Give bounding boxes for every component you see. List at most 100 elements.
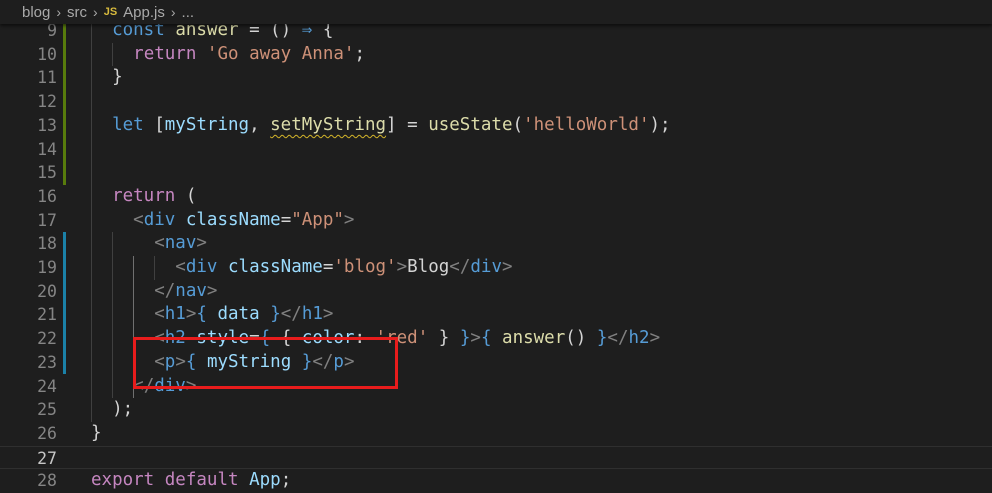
code-token: }	[596, 328, 608, 349]
code-line[interactable]: 17 <div className="App">	[0, 209, 992, 233]
line-number: 26	[37, 423, 57, 443]
chevron-right-icon: ›	[93, 4, 98, 20]
code-text: return 'Go away Anna';	[91, 43, 365, 67]
code-line[interactable]: 21 <h1>{ data }</h1>	[0, 303, 992, 327]
code-line[interactable]: 14	[0, 138, 992, 162]
code-token: <	[133, 209, 144, 230]
code-token: [	[143, 114, 165, 135]
code-text: }	[91, 66, 123, 90]
code-token: (	[512, 114, 524, 135]
code-token: <	[154, 233, 165, 254]
code-line[interactable]: 20 </nav>	[0, 280, 992, 304]
code-text: </nav>	[91, 280, 217, 304]
code-line[interactable]: 10 return 'Go away Anna';	[0, 43, 992, 67]
code-token: App	[249, 470, 281, 491]
code-token: default	[164, 470, 239, 491]
line-number: 11	[37, 68, 57, 88]
code-token: }	[428, 328, 460, 349]
breadcrumb-item-appjs[interactable]: App.js	[123, 4, 165, 21]
code-token: 'Go away Anna'	[206, 43, 355, 64]
code-token: 'helloWorld'	[523, 114, 650, 135]
code-token: >	[196, 233, 207, 254]
code-line[interactable]: 28 export default App;	[0, 469, 992, 493]
code-line[interactable]: 19 <div className='blog'>Blog</div>	[0, 256, 992, 280]
line-number: 19	[37, 258, 57, 277]
code-token: return	[133, 43, 197, 64]
javascript-file-icon: JS	[103, 6, 118, 18]
code-token: h1	[301, 304, 323, 325]
code-text: export default App;	[91, 469, 291, 493]
code-token: nav	[164, 233, 197, 254]
code-text: return (	[91, 185, 196, 209]
code-token: data	[217, 304, 260, 325]
code-token: h2	[628, 328, 650, 349]
code-line[interactable]: 27	[0, 445, 992, 470]
code-line[interactable]: 26}	[0, 422, 992, 446]
code-token: div	[470, 257, 502, 277]
code-token: </	[607, 328, 629, 349]
code-token: Blog	[407, 257, 450, 277]
code-token: </	[280, 304, 302, 325]
code-line[interactable]: 11 }	[0, 66, 992, 90]
code-token: >	[649, 328, 661, 349]
code-token: <	[175, 257, 186, 277]
code-token: {	[480, 328, 492, 349]
line-number: 25	[37, 400, 57, 420]
code-line[interactable]: 13 let [myString, setMyString] = useStat…	[0, 114, 992, 138]
breadcrumb-item-more[interactable]: ...	[182, 4, 195, 21]
code-token: );	[649, 114, 671, 135]
code-token: >	[206, 280, 218, 301]
code-token: className	[185, 209, 281, 230]
breadcrumb-item-src[interactable]: src	[67, 4, 87, 21]
code-token: <	[154, 304, 165, 325]
breadcrumb: blog › src › JS App.js › ...	[0, 0, 992, 24]
code-token: }	[270, 304, 281, 325]
line-number: 18	[37, 234, 57, 254]
line-number: 14	[37, 139, 57, 159]
code-token: >	[470, 328, 481, 349]
code-token: answer	[502, 328, 566, 349]
code-text: let [myString, setMyString] = useState('…	[91, 114, 671, 138]
code-token: (	[175, 185, 197, 206]
code-line[interactable]: 15	[0, 161, 992, 185]
line-number: 20	[37, 281, 57, 301]
code-token: </	[154, 280, 176, 301]
code-token: ()	[565, 328, 597, 349]
code-token: 'blog'	[333, 257, 397, 277]
code-line[interactable]: 16 return (	[0, 185, 992, 209]
line-number: 27	[37, 448, 57, 468]
code-token: return	[112, 185, 176, 206]
code-token: =	[322, 257, 334, 277]
code-token: >	[322, 304, 334, 325]
code-text: );	[91, 398, 133, 422]
code-token: =	[280, 209, 292, 230]
code-text: <h1>{ data }</h1>	[91, 303, 333, 327]
code-token: setMyString	[270, 114, 387, 135]
code-editor[interactable]: 9 const answer = () ⇒ {10 return 'Go awa…	[0, 0, 992, 490]
chevron-right-icon: ›	[56, 4, 62, 20]
breadcrumb-item-blog[interactable]: blog	[22, 4, 50, 21]
code-line[interactable]: 18 <nav>	[0, 232, 992, 256]
code-token: ;	[354, 43, 365, 64]
code-line[interactable]: 25 );	[0, 398, 992, 422]
red-annotation-box	[133, 337, 398, 389]
code-token: useState	[428, 114, 513, 135]
code-token: myString	[164, 114, 250, 135]
code-token: );	[91, 399, 134, 420]
code-token: div	[143, 209, 176, 230]
code-line[interactable]: 12	[0, 90, 992, 114]
